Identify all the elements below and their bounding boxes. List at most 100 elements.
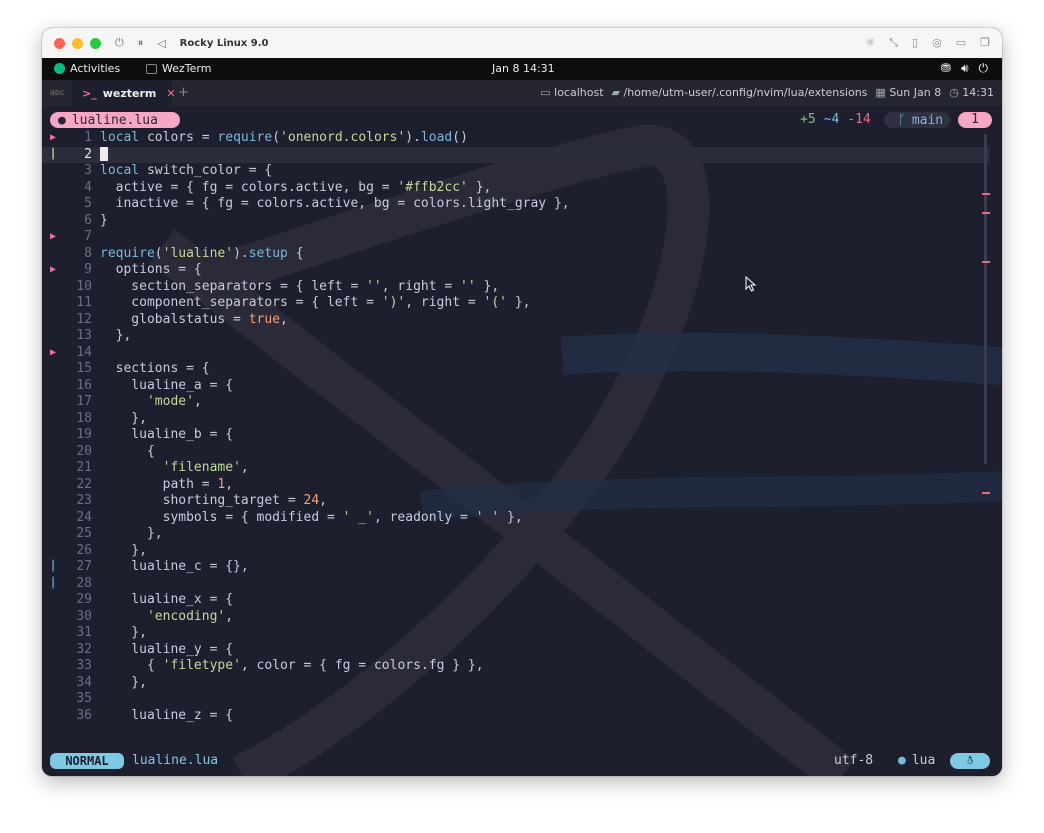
- clock[interactable]: Jan 8 14:31: [492, 62, 555, 75]
- line-number: 20: [76, 443, 92, 459]
- windows-icon[interactable]: ❐: [980, 36, 990, 50]
- line-code: 'filename',: [162, 460, 249, 475]
- mouse-pointer-icon: [745, 276, 757, 292]
- code-line[interactable]: 17 'mode',: [42, 394, 990, 411]
- code-line[interactable]: 4 active = { fg = colors.active, bg = '#…: [42, 180, 990, 197]
- system-tray[interactable]: ⛃ 🔊︎ ⏻: [941, 61, 988, 76]
- code-line[interactable]: 35: [42, 691, 990, 708]
- code-line[interactable]: 36 lualine_z = {: [42, 708, 990, 725]
- line-number: 4: [84, 179, 92, 195]
- lua-icon: ●: [898, 753, 906, 768]
- brightness-icon[interactable]: ☼: [865, 36, 875, 50]
- code-line[interactable]: 13 },: [42, 328, 990, 345]
- power-icon[interactable]: ⏻: [115, 36, 124, 50]
- file-tab-label: lualine.lua: [71, 112, 158, 128]
- code-line[interactable]: ▶ 14: [42, 345, 990, 362]
- app-menu[interactable]: WezTerm: [146, 62, 211, 75]
- code-line[interactable]: 19 lualine_b = {: [42, 427, 990, 444]
- git-sign-arrow-icon: ▶: [50, 264, 57, 275]
- line-number: 31: [76, 625, 92, 640]
- resize-icon[interactable]: ⤡: [889, 36, 898, 50]
- code-line[interactable]: 16 lualine_a = {: [42, 378, 990, 395]
- code-line[interactable]: 33 { 'filetype', color = { fg = colors.f…: [42, 658, 990, 675]
- line-number: 18: [76, 410, 92, 426]
- line-number: 36: [76, 707, 92, 723]
- code-line[interactable]: 32 lualine_y = {: [42, 642, 990, 659]
- time-label: 14:31: [962, 86, 994, 99]
- line-number: 29: [76, 592, 92, 607]
- code-line[interactable]: 25 },: [42, 526, 990, 543]
- code-line[interactable]: 20 {: [42, 444, 990, 461]
- code-line[interactable]: 26 },: [42, 543, 990, 560]
- line-number: 28: [76, 575, 92, 591]
- back-icon[interactable]: ◁: [157, 37, 165, 50]
- vm-title: Rocky Linux 9.0: [179, 37, 269, 49]
- statusline: NORMAL lualine.lua utf-8 ● lua 🐧︎: [42, 752, 1002, 770]
- code-line[interactable]: 15 sections = {: [42, 361, 990, 378]
- neovim-editor[interactable]: ● lualine.lua +5 ~4 -14 ᚴ main 1 ▶ 1 local…: [42, 106, 1002, 776]
- line-number: 6: [84, 212, 92, 228]
- code-line[interactable]: 5 inactive = { fg = colors.active, bg = …: [42, 196, 990, 213]
- activities-button[interactable]: Activities: [54, 62, 120, 75]
- branch-icon: ᚴ: [898, 112, 906, 128]
- minimize-window-button[interactable]: [72, 37, 83, 49]
- line-number: 12: [76, 311, 92, 327]
- code-buffer[interactable]: ▶ 1 local colors = require('onenord.colors…: [42, 130, 990, 724]
- pause-icon[interactable]: ⏸: [138, 36, 144, 50]
- new-tab-button[interactable]: +: [178, 85, 189, 100]
- code-line[interactable]: 10 section_separators = { left = '', rig…: [42, 279, 990, 296]
- line-number: 13: [76, 328, 92, 343]
- code-line[interactable]: 11 component_separators = { left = ')', …: [42, 295, 990, 312]
- code-line[interactable]: 31 },: [42, 625, 990, 642]
- folder-icon[interactable]: ▭: [956, 36, 966, 50]
- line-number: 33: [76, 658, 92, 673]
- line-code: local switch_color = {: [100, 163, 273, 178]
- code-line[interactable]: ▶ 7: [42, 229, 990, 246]
- line-code: require('lualine').setup {: [100, 245, 304, 261]
- date-status: ▦ Sun Jan 8: [875, 86, 941, 99]
- line-code: { 'filetype', color = { fg = colors.fg }…: [100, 658, 484, 673]
- close-tab-icon[interactable]: ✕: [166, 87, 175, 100]
- line-code: 'mode',: [146, 394, 202, 409]
- code-line[interactable]: 6}: [42, 213, 990, 230]
- code-line[interactable]: 23 shorting_target = 24,: [42, 493, 990, 510]
- power-icon[interactable]: ⏻: [979, 61, 989, 76]
- keyboard-layout-indicator: abc: [50, 88, 65, 97]
- code-line[interactable]: 8 require('lualine').setup {: [42, 246, 990, 263]
- line-number: 5: [84, 196, 92, 211]
- code-line[interactable]: ┃ 27 lualine_c = {},: [42, 559, 990, 576]
- code-line[interactable]: ┃ 28: [42, 576, 990, 593]
- code-line[interactable]: 34 },: [42, 675, 990, 692]
- code-line[interactable]: 3 local switch_color = {: [42, 163, 990, 180]
- network-icon[interactable]: ⛃: [941, 61, 951, 76]
- close-window-button[interactable]: [54, 37, 65, 49]
- host-label: localhost: [554, 86, 604, 99]
- code-line[interactable]: 21 'filename',: [42, 460, 990, 477]
- clock-icon: ◷: [949, 86, 963, 99]
- code-line[interactable]: 24 symbols = { modified = ' _', readonly…: [42, 510, 990, 527]
- code-line[interactable]: ▶ 9 options = {: [42, 262, 990, 279]
- tab-label: wezterm: [102, 86, 157, 100]
- volume-icon[interactable]: 🔊︎: [961, 61, 969, 76]
- usb-icon[interactable]: ▯: [912, 36, 918, 50]
- git-diff-summary: +5 ~4 -14: [800, 112, 871, 127]
- code-line[interactable]: ┃ 2: [42, 146, 990, 163]
- code-line[interactable]: 29 lualine_x = {: [42, 592, 990, 609]
- tab-wezterm[interactable]: >_ wezterm ✕: [72, 80, 176, 106]
- branch-name: main: [911, 112, 944, 128]
- file-tab[interactable]: ● lualine.lua: [50, 112, 180, 128]
- code-line[interactable]: 22 path = 1,: [42, 477, 990, 494]
- git-sign-arrow-icon: ▶: [50, 346, 57, 358]
- line-number: 10: [76, 278, 92, 294]
- code-line[interactable]: 18 },: [42, 411, 990, 428]
- maximize-window-button[interactable]: [90, 37, 101, 49]
- line-code: options = {: [100, 262, 202, 277]
- line-number: 27: [76, 559, 92, 574]
- code-line[interactable]: 12 globalstatus = true,: [42, 312, 990, 329]
- scrollbar[interactable]: [984, 134, 987, 464]
- disk-icon[interactable]: ◎: [932, 36, 942, 50]
- line-number: 17: [76, 394, 92, 409]
- code-line[interactable]: ▶ 1 local colors = require('onenord.colors…: [42, 130, 990, 147]
- line-number: 8: [84, 245, 92, 261]
- code-line[interactable]: 30 'encoding',: [42, 609, 990, 626]
